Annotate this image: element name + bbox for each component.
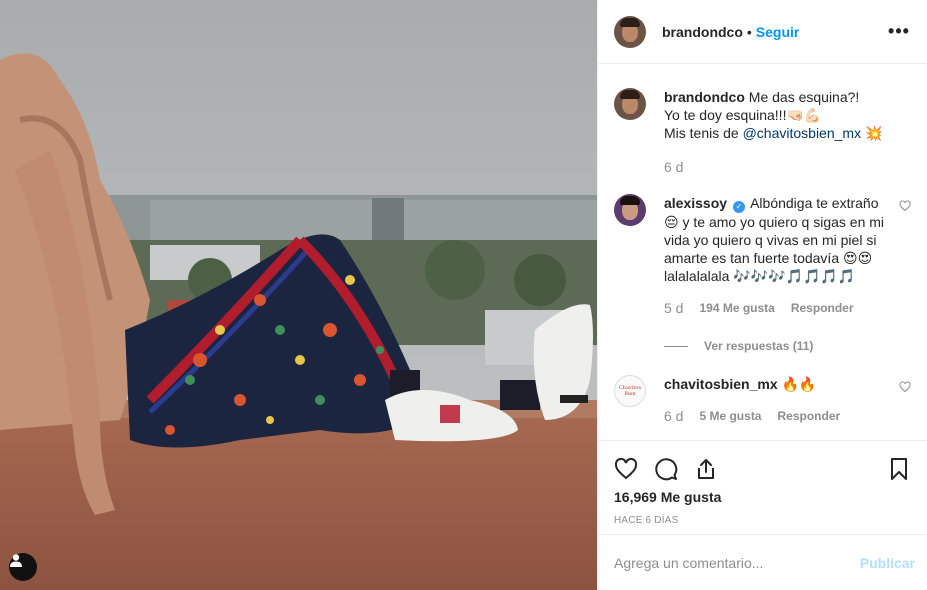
comment-likes[interactable]: 5 Me gusta	[699, 407, 761, 425]
comment-time[interactable]: 5 d	[664, 299, 683, 317]
caption-avatar[interactable]	[614, 88, 646, 120]
add-comment-bar: Publicar	[598, 534, 927, 590]
caption-line-3-prefix: Mis tenis de	[664, 125, 743, 141]
caption-line-1: Me das esquina?!	[748, 89, 860, 105]
post-photo[interactable]	[0, 0, 597, 590]
post-sidebar: brandondco • Seguir ••• brandondco Me da…	[597, 0, 927, 590]
comment-text: 🔥🔥	[781, 376, 817, 392]
comment-username[interactable]: chavitosbien_mx	[664, 376, 778, 392]
commenter-avatar[interactable]	[614, 194, 646, 226]
share-button[interactable]	[694, 449, 734, 489]
more-options-icon[interactable]: •••	[887, 20, 911, 44]
user-icon	[10, 554, 22, 567]
caption-line-2: Yo te doy esquina!!!🤜🏻💪🏻	[664, 107, 822, 123]
reply-button[interactable]: Responder	[791, 299, 854, 317]
commenter-avatar[interactable]: Chavitos Bien	[614, 375, 646, 407]
comment-button[interactable]	[654, 449, 694, 489]
heart-icon	[614, 457, 638, 480]
comment-likes[interactable]: 194 Me gusta	[699, 299, 774, 317]
comment-input[interactable]	[614, 554, 860, 571]
caption: brandondco Me das esquina?! Yo te doy es…	[614, 88, 911, 176]
author-avatar[interactable]	[614, 15, 646, 48]
view-replies-button[interactable]: Ver respuestas (11)	[664, 339, 911, 353]
brand-avatar-text: Chavitos Bien	[618, 385, 642, 397]
share-icon	[698, 459, 714, 479]
save-button[interactable]	[871, 449, 911, 489]
likes-count[interactable]: 16,969 Me gusta	[614, 489, 911, 505]
comment-icon	[655, 458, 678, 481]
reply-button[interactable]: Responder	[777, 407, 840, 425]
header-separator: •	[746, 23, 752, 40]
comment-heart-icon[interactable]	[899, 200, 911, 212]
bookmark-icon	[891, 458, 907, 480]
comment-username[interactable]: alexissoy	[664, 195, 727, 211]
view-replies-label: Ver respuestas (11)	[704, 339, 814, 353]
post-comment-button[interactable]: Publicar	[860, 555, 915, 571]
comment-heart-icon[interactable]	[899, 381, 911, 393]
verified-badge-icon: ✓	[732, 201, 745, 213]
posted-time[interactable]: HACE 6 DÍAS	[614, 515, 911, 526]
post-actions: 16,969 Me gusta HACE 6 DÍAS	[598, 440, 927, 534]
comments-list[interactable]: brandondco Me das esquina?! Yo te doy es…	[598, 64, 927, 440]
caption-username[interactable]: brandondco	[664, 89, 745, 105]
follow-button[interactable]: Seguir	[756, 24, 800, 40]
caption-time[interactable]: 6 d	[664, 158, 683, 176]
tagged-users-button[interactable]	[9, 553, 37, 581]
post-header: brandondco • Seguir •••	[598, 0, 927, 64]
caption-mention-link[interactable]: @chavitosbien_mx	[743, 125, 862, 141]
comment-item: alexissoy ✓ Albóndiga te extraño 😔 y te …	[614, 194, 911, 317]
comment-time[interactable]: 6 d	[664, 407, 683, 425]
caption-line-3-suffix: 💥	[861, 125, 883, 141]
comment-item: Chavitos Bien chavitosbien_mx 🔥🔥 6 d 5 M…	[614, 375, 911, 425]
post-dialog: brandondco • Seguir ••• brandondco Me da…	[0, 0, 927, 590]
like-button[interactable]	[614, 449, 654, 489]
author-username[interactable]: brandondco	[662, 24, 743, 40]
photo-illustration	[0, 0, 597, 590]
